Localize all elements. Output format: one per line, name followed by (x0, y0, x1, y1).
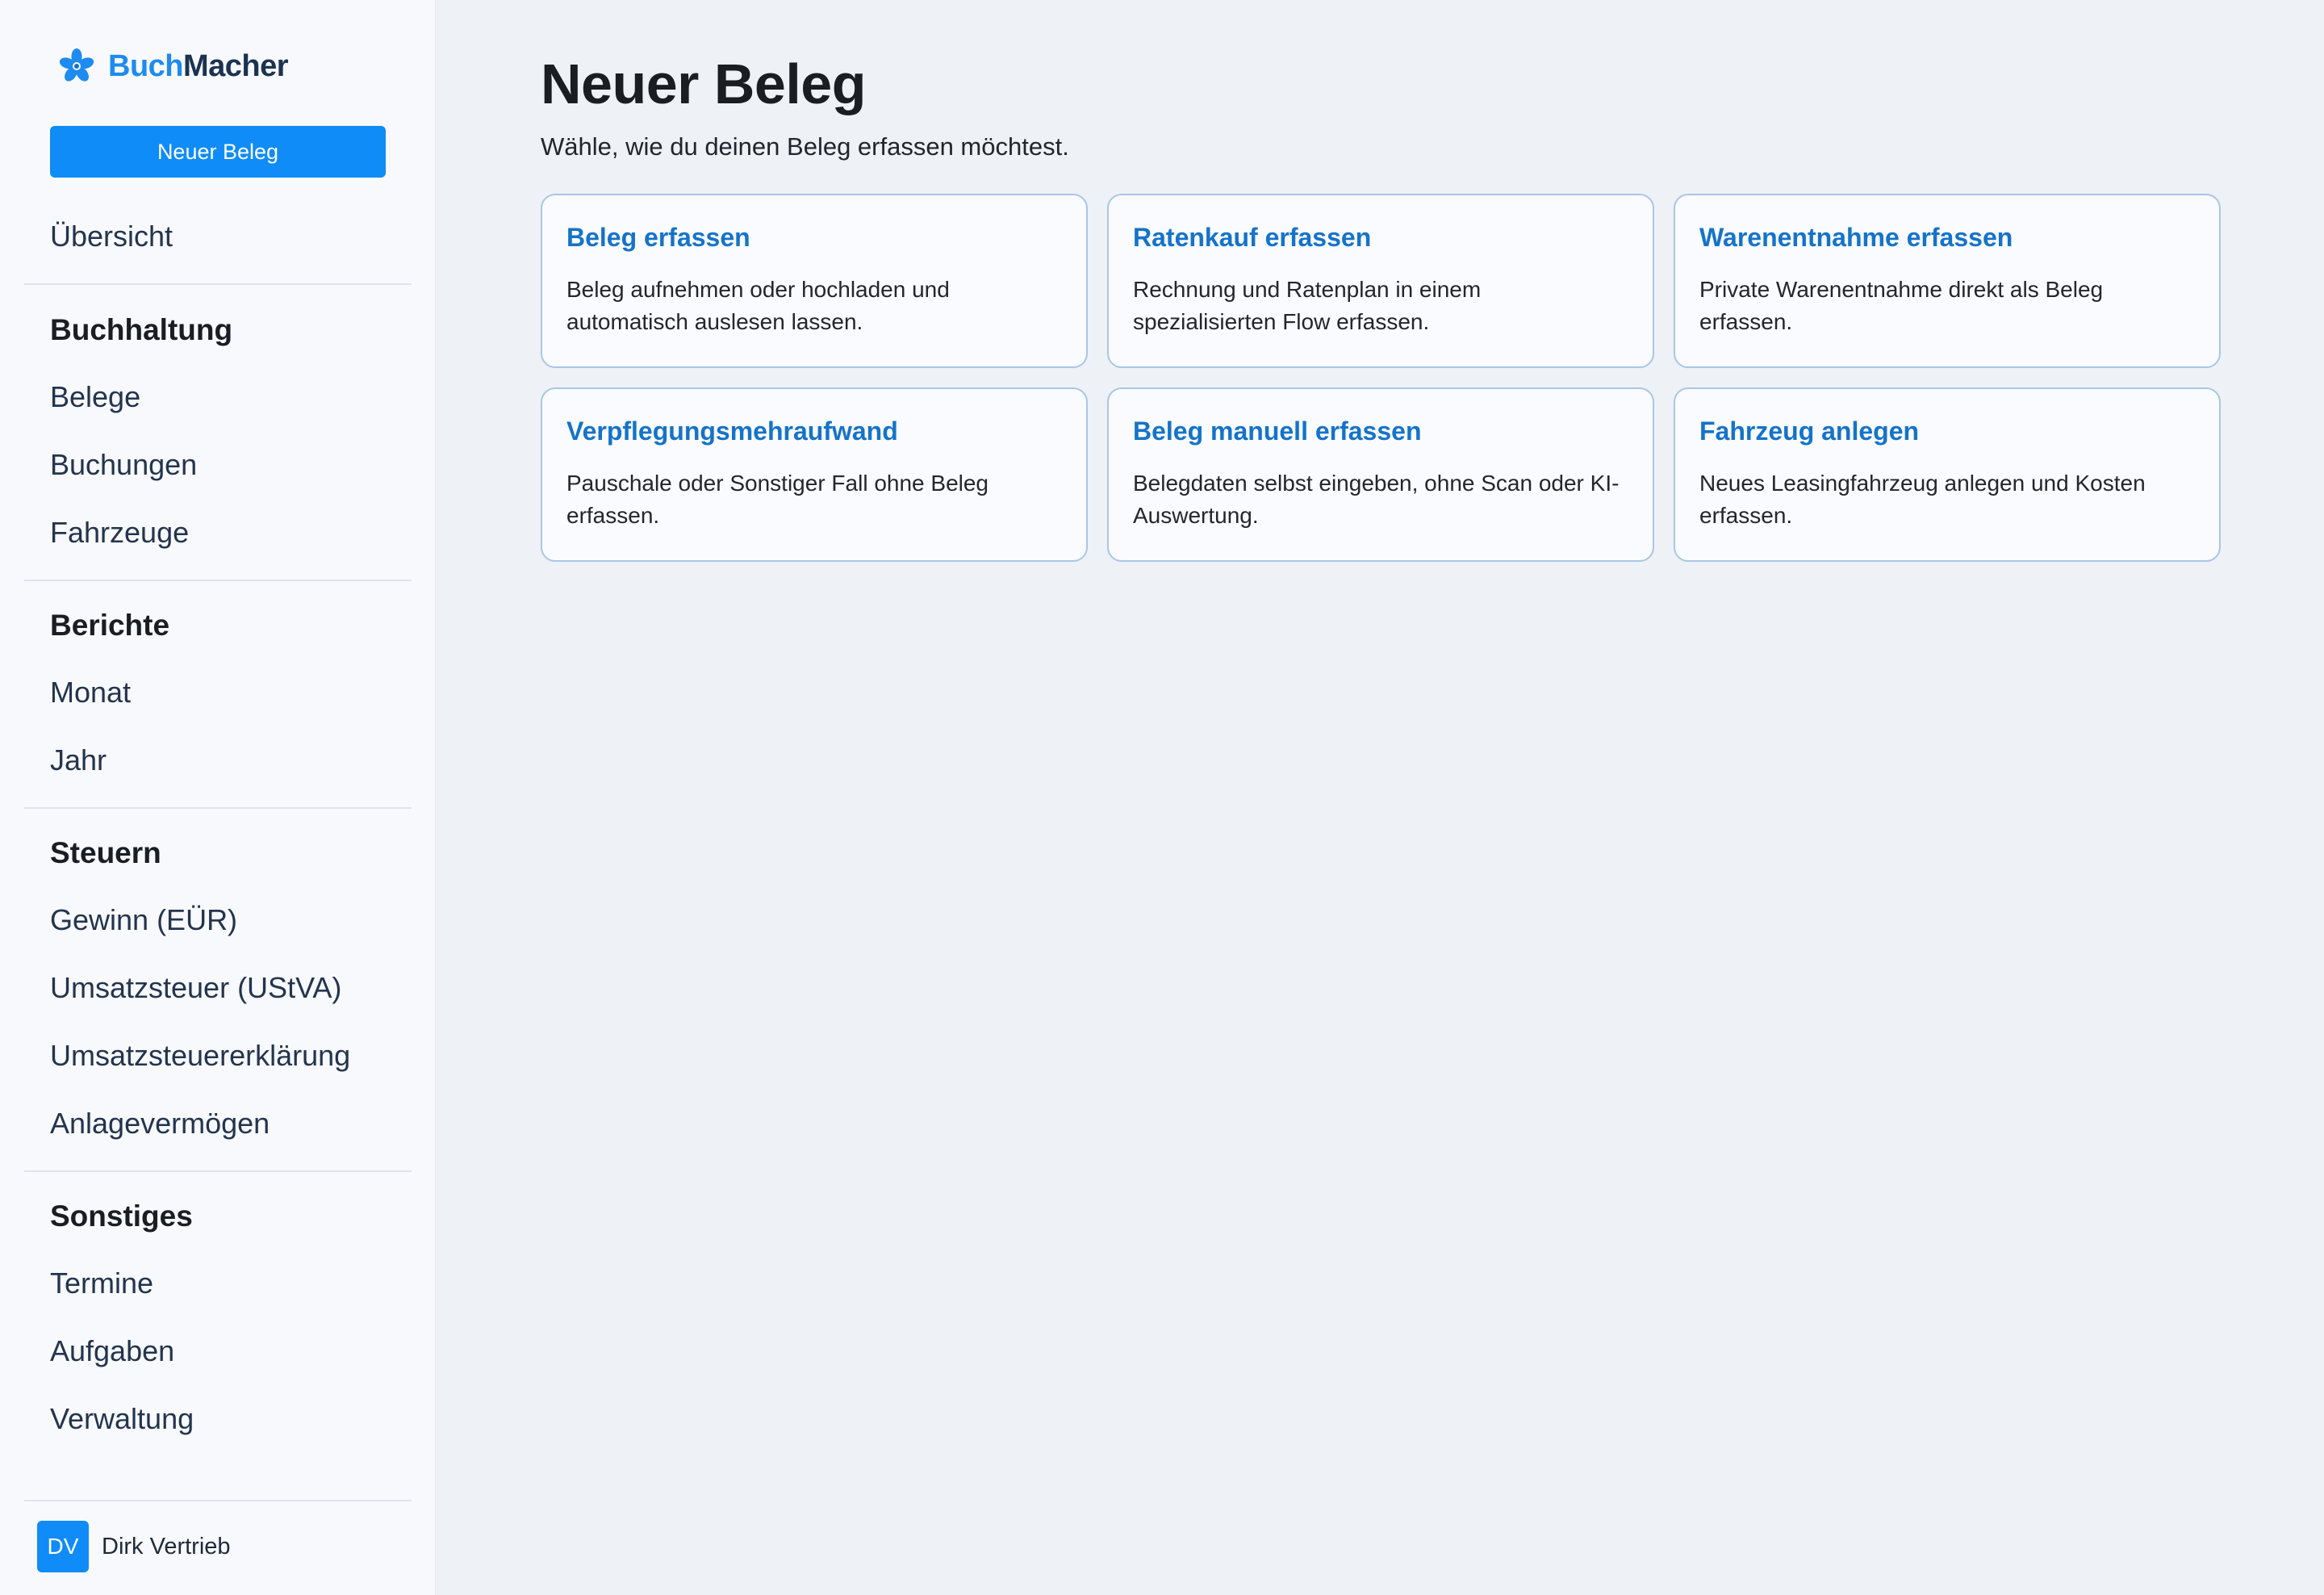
card-description: Private Warenentnahme direkt als Beleg e… (1699, 277, 2104, 334)
card-ratenkauf-erfassen[interactable]: Ratenkauf erfassen Rechnung und Ratenpla… (1107, 194, 1654, 368)
sidebar-item-buchungen[interactable]: Buchungen (50, 447, 197, 483)
sidebar-heading-steuern: Steuern (50, 836, 161, 869)
sidebar-divider (24, 1500, 412, 1501)
avatar: DV (37, 1521, 89, 1572)
brand-name: BuchMacher (108, 48, 289, 84)
card-fahrzeug-anlegen[interactable]: Fahrzeug anlegen Neues Leasingfahrzeug a… (1674, 387, 2221, 562)
brand-name-part1: Buch (108, 48, 184, 83)
brand-name-part2: Macher (183, 48, 289, 83)
page-title: Neuer Beleg (541, 52, 866, 115)
card-verpflegungsmehraufwand[interactable]: Verpflegungsmehraufwand Pauschale oder S… (541, 387, 1088, 562)
sidebar-item-belege[interactable]: Belege (50, 379, 140, 415)
card-beleg-manuell-erfassen[interactable]: Beleg manuell erfassen Belegdaten selbst… (1107, 387, 1654, 562)
sidebar-item-verwaltung[interactable]: Verwaltung (50, 1401, 194, 1437)
card-description: Beleg aufnehmen oder hochladen und autom… (566, 277, 950, 334)
main-content: Neuer Beleg Wähle, wie du deinen Beleg e… (436, 0, 2324, 1595)
sidebar-item-anlagevermoegen[interactable]: Anlagevermögen (50, 1106, 270, 1141)
sidebar-divider (24, 1170, 412, 1172)
card-description: Pauschale oder Sonstiger Fall ohne Beleg… (566, 471, 989, 528)
sidebar-item-ustva[interactable]: Umsatzsteuer (UStVA) (50, 970, 341, 1006)
card-warenentnahme-erfassen[interactable]: Warenentnahme erfassen Private Warenentn… (1674, 194, 2221, 368)
sidebar-divider (24, 580, 412, 581)
sidebar-item-jahr[interactable]: Jahr (50, 743, 107, 778)
sidebar-item-aufgaben[interactable]: Aufgaben (50, 1333, 174, 1369)
card-description: Rechnung und Ratenplan in einem speziali… (1133, 277, 1482, 334)
sidebar-item-monat[interactable]: Monat (50, 675, 131, 710)
sidebar-heading-berichte: Berichte (50, 609, 170, 642)
card-title: Warenentnahme erfassen (1699, 223, 2013, 252)
user-name: Dirk Vertrieb (102, 1533, 231, 1559)
page-subtitle: Wähle, wie du deinen Beleg erfassen möch… (541, 132, 1069, 161)
sidebar-item-overview[interactable]: Übersicht (50, 219, 173, 254)
card-title: Beleg erfassen (566, 223, 750, 252)
card-description: Belegdaten selbst eingeben, ohne Scan od… (1133, 471, 1620, 528)
flower-logo-icon (59, 48, 94, 82)
sidebar-divider (24, 283, 412, 285)
option-cards-grid: Beleg erfassen Beleg aufnehmen oder hoch… (541, 194, 2221, 562)
card-title: Beleg manuell erfassen (1133, 417, 1422, 446)
sidebar-item-termine[interactable]: Termine (50, 1266, 153, 1301)
sidebar: BuchMacher Neuer Beleg Übersicht Buchhal… (0, 0, 436, 1595)
card-title: Fahrzeug anlegen (1699, 417, 1920, 446)
sidebar-item-umsatzsteuererklaerung[interactable]: Umsatzsteuererklärung (50, 1038, 350, 1074)
sidebar-heading-sonstiges: Sonstiges (50, 1199, 193, 1233)
sidebar-heading-buchhaltung: Buchhaltung (50, 313, 233, 346)
sidebar-item-gewinn[interactable]: Gewinn (EÜR) (50, 902, 237, 938)
brand-logo[interactable]: BuchMacher (56, 45, 289, 87)
app-root: BuchMacher Neuer Beleg Übersicht Buchhal… (0, 0, 2324, 1595)
sidebar-divider (24, 807, 412, 809)
new-receipt-button[interactable]: Neuer Beleg (50, 126, 386, 178)
sidebar-item-fahrzeuge[interactable]: Fahrzeuge (50, 515, 189, 551)
card-description: Neues Leasingfahrzeug anlegen und Kosten… (1699, 471, 2146, 528)
user-profile[interactable]: DV Dirk Vertrieb (37, 1521, 231, 1572)
card-beleg-erfassen[interactable]: Beleg erfassen Beleg aufnehmen oder hoch… (541, 194, 1088, 368)
card-title: Verpflegungsmehraufwand (566, 417, 898, 446)
card-title: Ratenkauf erfassen (1133, 223, 1372, 252)
